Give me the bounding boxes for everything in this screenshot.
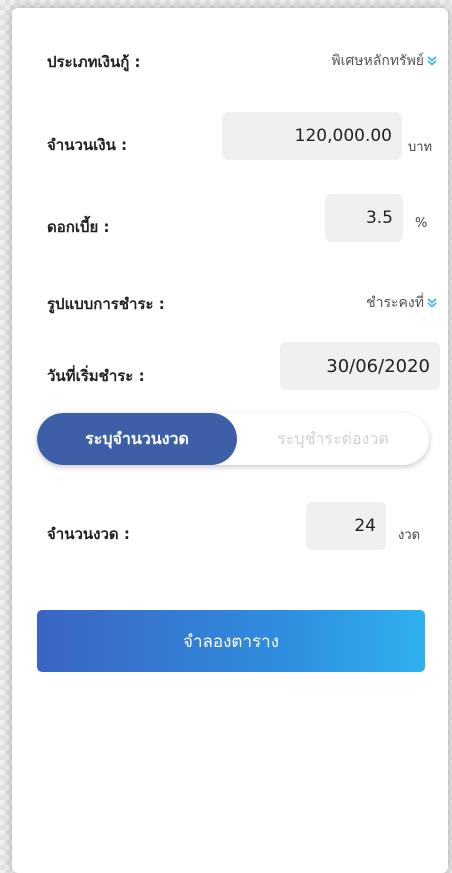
loan-type-label: ประเภทเงินกู้ : <box>47 53 141 71</box>
loan-type-select[interactable]: พิเศษหลักทรัพย์ <box>331 50 438 72</box>
installment-mode-toggle: ระบุจำนวนงวด ระบุชำระต่องวด <box>37 413 429 465</box>
payment-type-label: รูปแบบการชำระ : <box>47 295 165 313</box>
chevron-double-down-icon <box>426 55 438 67</box>
start-date-input[interactable]: 30/06/2020 <box>280 342 440 390</box>
start-date-label: วันที่เริ่มชำระ : <box>47 367 145 385</box>
installments-label: จำนวนงวด : <box>47 525 130 543</box>
installments-value: 24 <box>354 516 376 536</box>
interest-value: 3.5 <box>365 208 393 228</box>
chevron-double-down-icon <box>426 297 438 309</box>
payment-type-select[interactable]: ชำระคงที่ <box>366 292 438 314</box>
simulate-table-button[interactable]: จำลองตาราง <box>37 610 425 672</box>
interest-input[interactable]: 3.5 <box>325 194 403 242</box>
interest-label: ดอกเบี้ย : <box>47 218 110 236</box>
amount-input[interactable]: 120,000.00 <box>222 112 402 160</box>
amount-value: 120,000.00 <box>294 126 392 146</box>
installments-input[interactable]: 24 <box>306 502 386 550</box>
loan-type-value: พิเศษหลักทรัพย์ <box>331 53 424 69</box>
tab-specify-installments[interactable]: ระบุจำนวนงวด <box>37 413 237 465</box>
interest-unit: % <box>415 216 428 231</box>
installments-unit: งวด <box>398 528 421 543</box>
amount-label: จำนวนเงิน : <box>47 136 128 154</box>
tab-specify-payment-per-installment[interactable]: ระบุชำระต่องวด <box>237 413 429 465</box>
payment-type-value: ชำระคงที่ <box>366 295 424 311</box>
amount-unit: บาท <box>408 140 433 155</box>
start-date-value: 30/06/2020 <box>326 355 430 377</box>
